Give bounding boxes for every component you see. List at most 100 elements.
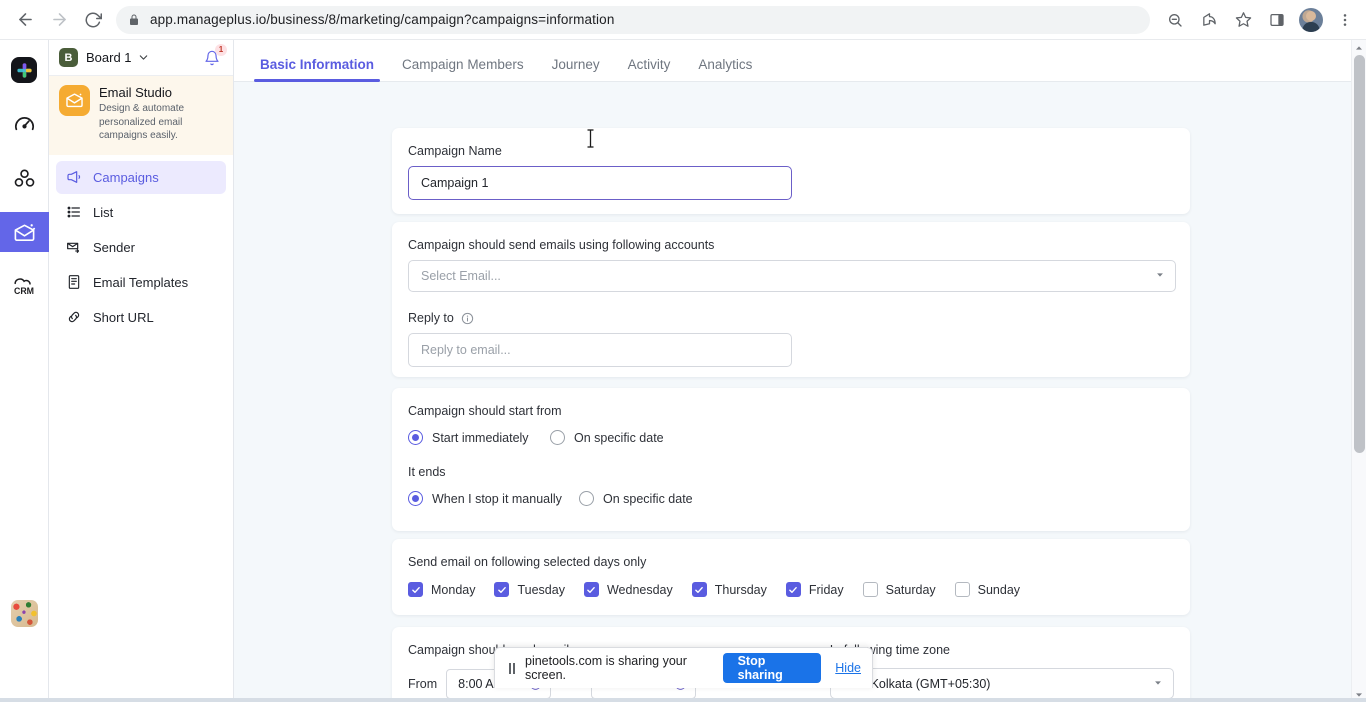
sidebar-item-list[interactable]: List [56,196,226,229]
crm-icon[interactable]: CRM [0,266,49,306]
pause-icon[interactable] [509,662,515,674]
checkbox-indicator [583,582,599,597]
schedule-card: Campaign should start from Start immedia… [392,388,1190,531]
radio-end-specific-date[interactable]: On specific date [579,491,693,506]
select-email-dropdown[interactable]: Select Email... [408,260,1176,292]
stop-sharing-button[interactable]: Stop sharing [722,653,822,683]
three-dot-menu-icon[interactable] [1330,5,1360,35]
form-scroll-area: Campaign Name Campaign 1 Campaign should… [234,82,1351,702]
reply-to-input[interactable]: Reply to email... [408,333,792,367]
reply-to-placeholder: Reply to email... [421,343,511,357]
svg-text:CRM: CRM [14,286,34,296]
teams-icon[interactable] [0,158,49,198]
email-studio-subtitle: Design & automate personalized email cam… [99,103,185,141]
star-icon[interactable] [1228,5,1258,35]
sidebar-item-sender[interactable]: Sender [56,231,226,264]
share-icon[interactable] [1194,5,1224,35]
scroll-up-arrow-icon[interactable] [1352,40,1366,55]
list-icon [65,204,82,220]
notification-count: 1 [215,43,227,56]
checkbox-indicator [691,582,707,597]
checkbox-indicator [862,582,878,597]
radio-label: On specific date [603,491,693,506]
address-bar[interactable]: app.manageplus.io/business/8/marketing/c… [116,5,1150,34]
main-content: Basic Information Campaign Members Journ… [234,40,1351,702]
email-studio-icon [59,85,90,116]
browser-toolbar: app.manageplus.io/business/8/marketing/c… [0,0,1366,40]
radio-stop-manually[interactable]: When I stop it manually [408,491,579,506]
checkbox-label: Thursday [714,582,767,597]
checkbox-label: Friday [808,582,844,597]
side-panel-icon[interactable] [1262,5,1292,35]
accounts-label: Campaign should send emails using follow… [408,238,715,252]
checkbox-label: Tuesday [517,582,565,597]
zoom-out-icon[interactable] [1160,5,1190,35]
tab-activity[interactable]: Activity [614,57,685,81]
tab-journey[interactable]: Journey [538,57,614,81]
dashboard-icon[interactable] [0,104,49,144]
reload-icon[interactable] [76,3,110,37]
sidebar-item-campaigns[interactable]: Campaigns [56,160,226,194]
sidebar-item-label: Email Templates [93,274,189,290]
checkbox-label: Wednesday [606,582,673,597]
campaign-name-label: Campaign Name [408,144,502,158]
days-label: Send email on following selected days on… [408,555,647,569]
checkbox-indicator [954,582,970,597]
app-logo[interactable] [0,50,49,90]
radio-start-immediately[interactable]: Start immediately [408,430,550,445]
checkbox-tuesday[interactable]: Tuesday [494,582,565,597]
checkbox-sunday[interactable]: Sunday [954,582,1021,597]
sidebar-item-label: Short URL [93,309,154,325]
checkbox-thursday[interactable]: Thursday [691,582,767,597]
board-selector[interactable]: B Board 1 1 [49,40,233,76]
checkbox-label: Saturday [885,582,936,597]
hide-link[interactable]: Hide [835,661,861,675]
sidebar-item-short-url[interactable]: Short URL [56,301,226,334]
sidebar-item-email-templates[interactable]: Email Templates [56,266,226,299]
envelope-arrow-icon [65,239,82,255]
checkbox-label: Sunday [977,582,1021,597]
board-name: Board 1 [86,50,132,65]
chevron-down-icon[interactable] [1153,678,1163,690]
notification-bell-icon[interactable]: 1 [201,43,227,69]
radio-start-specific-date[interactable]: On specific date [550,430,664,445]
selected-days-card: Send email on following selected days on… [392,539,1190,615]
megaphone-icon [65,169,82,185]
email-studio-icon[interactable] [0,212,49,252]
checkbox-indicator [785,582,801,597]
select-email-placeholder: Select Email... [421,269,501,283]
info-icon[interactable] [461,312,474,325]
checkbox-monday[interactable]: Monday [408,582,475,597]
page-scrollbar[interactable] [1351,40,1366,702]
sidebar-item-label: Sender [93,239,135,255]
user-avatar[interactable] [11,600,38,627]
checkbox-indicator [494,582,510,597]
checkbox-wednesday[interactable]: Wednesday [583,582,673,597]
tab-analytics[interactable]: Analytics [684,57,766,81]
email-studio-title: Email Studio [99,85,172,100]
tab-basic-information[interactable]: Basic Information [246,57,388,82]
link-icon [65,309,82,325]
template-icon [65,274,82,290]
chevron-down-icon[interactable] [1155,270,1165,282]
timezone-dropdown[interactable]: Asia/Kolkata (GMT+05:30) [829,668,1174,699]
checkbox-saturday[interactable]: Saturday [862,582,936,597]
start-from-label: Campaign should start from [408,404,562,418]
chevron-down-icon[interactable] [138,52,149,63]
reply-to-label: Reply to [408,311,454,325]
radio-label: Start immediately [432,430,529,445]
lock-icon [128,14,140,26]
checkbox-indicator [408,582,423,597]
scrollbar-thumb[interactable] [1354,55,1365,453]
campaign-name-card: Campaign Name Campaign 1 [392,128,1190,214]
sidebar-nav: Campaigns List Sender Email Templates Sh… [49,155,233,334]
forward-arrow-icon[interactable] [42,3,76,37]
back-arrow-icon[interactable] [8,3,42,37]
it-ends-label: It ends [408,465,446,479]
checkbox-friday[interactable]: Friday [785,582,844,597]
profile-avatar-icon[interactable] [1296,5,1326,35]
campaign-name-input[interactable]: Campaign 1 [408,166,792,200]
radio-indicator [408,491,423,506]
tab-campaign-members[interactable]: Campaign Members [388,57,538,81]
radio-label: When I stop it manually [432,491,562,506]
